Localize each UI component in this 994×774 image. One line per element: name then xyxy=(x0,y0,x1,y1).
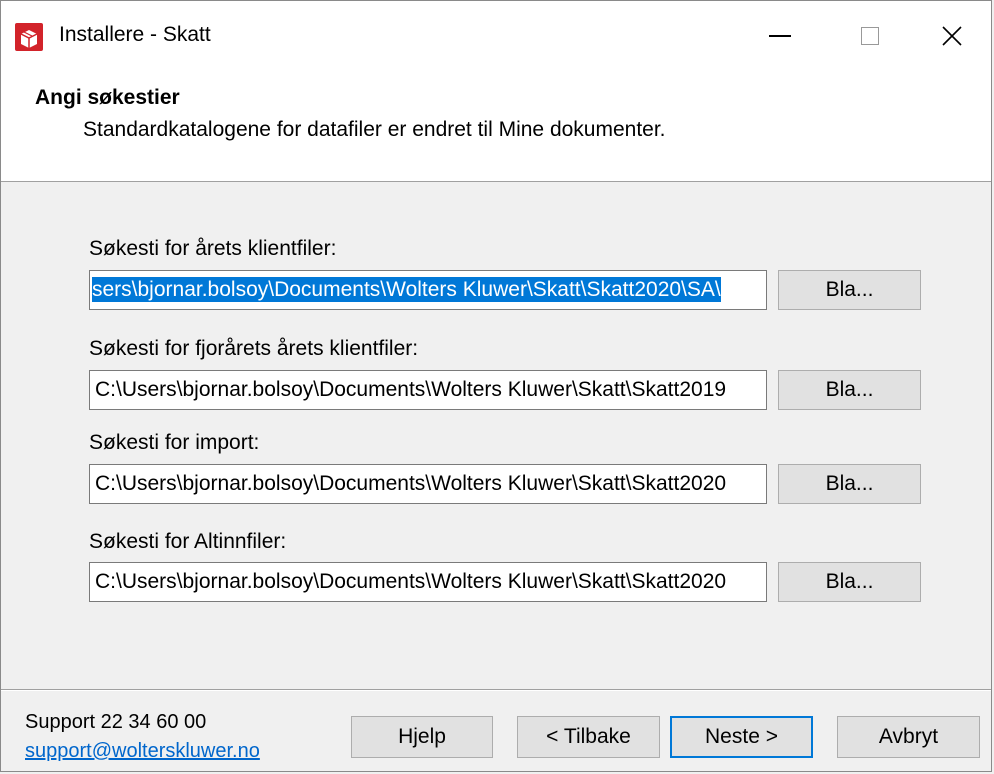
browse-current-client-files-button[interactable]: Bla... xyxy=(778,270,921,310)
label-current-client-files: Søkesti for årets klientfiler: xyxy=(89,237,337,260)
minimize-icon xyxy=(769,35,791,37)
help-button[interactable]: Hjelp xyxy=(351,716,493,758)
installer-box-icon xyxy=(15,23,43,51)
browse-import-button[interactable]: Bla... xyxy=(778,464,921,504)
label-altinn-files: Søkesti for Altinnfiler: xyxy=(89,530,287,553)
browse-altinn-files-button[interactable]: Bla... xyxy=(778,562,921,602)
selected-path-text: sers\bjornar.bolsoy\Documents\Wolters Kl… xyxy=(92,277,721,302)
altinn-files-path-input[interactable]: C:\Users\bjornar.bolsoy\Documents\Wolter… xyxy=(89,562,767,602)
footer-divider xyxy=(1,689,991,691)
page-subtitle: Standardkatalogene for datafiler er endr… xyxy=(83,118,666,141)
cancel-button[interactable]: Avbryt xyxy=(837,716,980,758)
title-bar[interactable]: Installere - Skatt xyxy=(1,1,991,71)
window-title: Installere - Skatt xyxy=(59,23,211,46)
wizard-header: Angi søkestier Standardkatalogene for da… xyxy=(1,71,991,182)
support-phone: Support 22 34 60 00 xyxy=(25,711,207,733)
close-icon xyxy=(942,26,962,46)
maximize-button[interactable] xyxy=(825,1,915,71)
next-button[interactable]: Neste > xyxy=(670,716,813,758)
back-button[interactable]: < Tilbake xyxy=(517,716,660,758)
label-previous-client-files: Søkesti for fjorårets årets klientfiler: xyxy=(89,337,419,360)
label-import: Søkesti for import: xyxy=(89,431,260,454)
page-title: Angi søkestier xyxy=(35,86,180,109)
browse-previous-client-files-button[interactable]: Bla... xyxy=(778,370,921,410)
previous-client-files-path-input[interactable]: C:\Users\bjornar.bolsoy\Documents\Wolter… xyxy=(89,370,767,410)
import-path-input[interactable]: C:\Users\bjornar.bolsoy\Documents\Wolter… xyxy=(89,464,767,504)
close-button[interactable] xyxy=(907,1,994,71)
minimize-button[interactable] xyxy=(735,1,825,71)
installer-window: Installere - Skatt Angi søkestier Standa… xyxy=(0,0,992,772)
support-email-link[interactable]: support@wolterskluwer.no xyxy=(25,740,260,763)
maximize-icon xyxy=(861,27,879,45)
current-client-files-path-input[interactable]: sers\bjornar.bolsoy\Documents\Wolters Kl… xyxy=(89,270,767,310)
